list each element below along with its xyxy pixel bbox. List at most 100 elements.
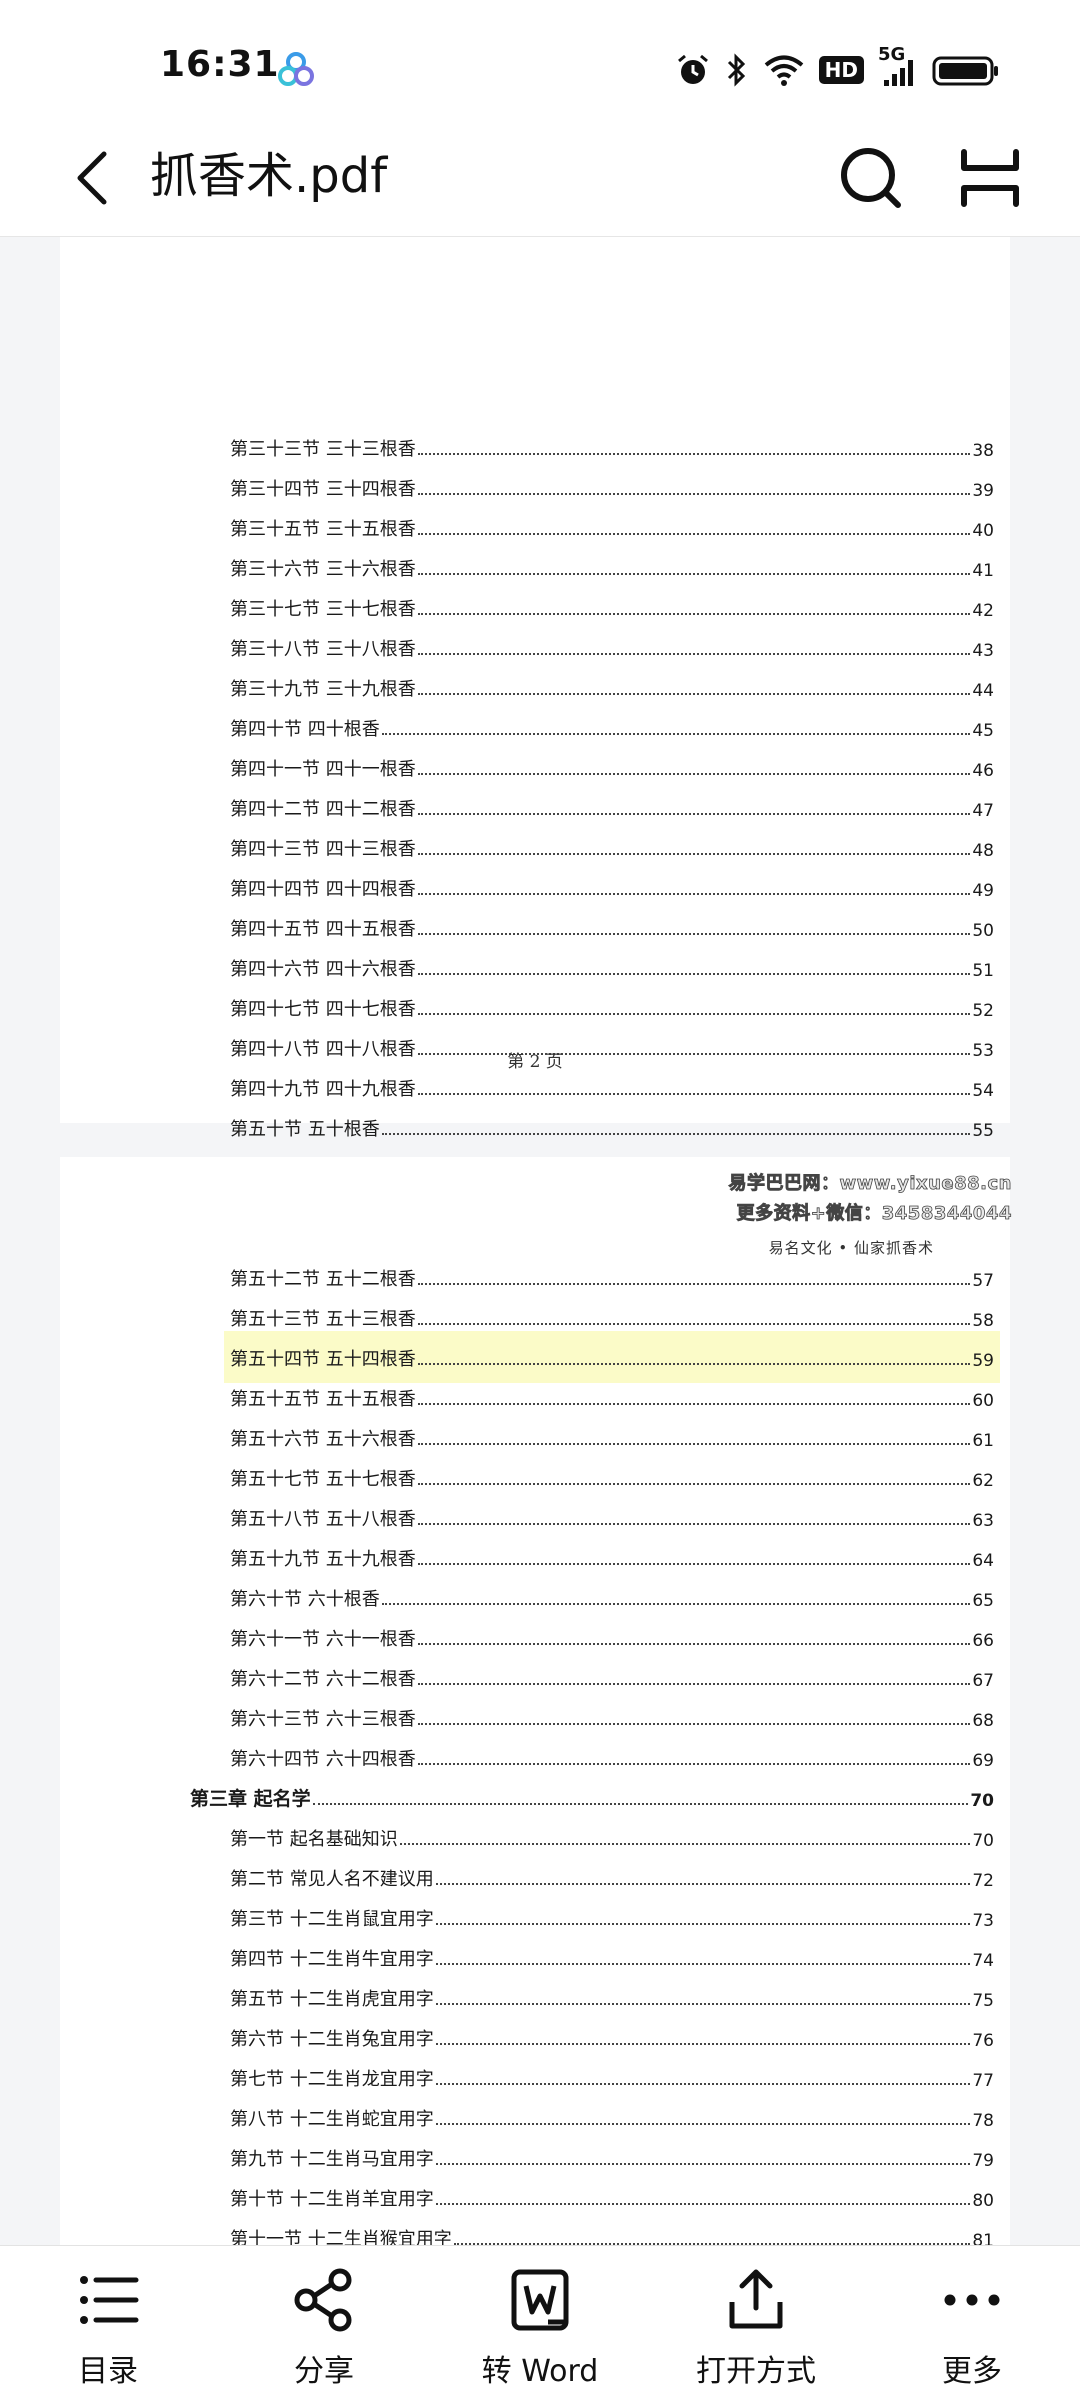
toc-row[interactable]: 第三十七节 三十七根香 42 (230, 587, 994, 627)
toc-row[interactable]: 第五十三节 五十三根香 58 (230, 1297, 994, 1337)
dot-leader (417, 933, 971, 935)
pdf-page-3: 易学巴巴网：www.yixue88.cn 更多资料+微信：3458344044 … (60, 1157, 1012, 2245)
dot-leader (417, 1683, 971, 1685)
dot-leader (435, 2043, 971, 2045)
toc-entry-title: 第五十三节 五十三根香 (230, 1309, 416, 1330)
toc-row[interactable]: 第五十六节 五十六根香 61 (230, 1417, 994, 1457)
toc-row[interactable]: 第三十八节 三十八根香 43 (230, 627, 994, 667)
toc-page-number: 60 (972, 1391, 994, 1411)
toc-entry-title: 第二节 常见人名不建议用 (230, 1869, 434, 1890)
toc-row[interactable]: 第六十四节 六十四根香 69 (230, 1737, 994, 1777)
bottom-toolbar: 目录 分享 转 Word 打开方式 更多 (0, 2245, 1080, 2401)
toc-entry-title: 第三十七节 三十七根香 (230, 599, 416, 620)
toc-row[interactable]: 第三节 十二生肖鼠宜用字 73 (230, 1897, 994, 1937)
toc-row[interactable]: 第四十五节 四十五根香 50 (230, 907, 994, 947)
toc-row[interactable]: 第七节 十二生肖龙宜用字 77 (230, 2057, 994, 2097)
toc-row[interactable]: 第六十节 六十根香 65 (230, 1577, 994, 1617)
toc-entry-title: 第五十六节 五十六根香 (230, 1429, 416, 1450)
toc-row[interactable]: 第五十七节 五十七根香 62 (230, 1457, 994, 1497)
toc-entry-title: 第四节 十二生肖牛宜用字 (230, 1949, 434, 1970)
toc-row[interactable]: 第五十九节 五十九根香 64 (230, 1537, 994, 1577)
collapse-toolbar-button[interactable] (954, 142, 1026, 214)
toc-page-number: 69 (972, 1751, 994, 1771)
toc-row[interactable]: 第一节 起名基础知识 70 (230, 1817, 994, 1857)
toc-button[interactable]: 目录 (0, 2246, 216, 2401)
toc-row[interactable]: 第六节 十二生肖兔宜用字 76 (230, 2017, 994, 2057)
dot-leader (399, 1843, 971, 1845)
convert-to-word-button[interactable]: 转 Word (432, 2246, 648, 2401)
toc-page-number: 42 (972, 601, 994, 621)
toc-entry-title: 第五十七节 五十七根香 (230, 1469, 416, 1490)
toc-row[interactable]: 第九节 十二生肖马宜用字 79 (230, 2137, 994, 2177)
toc-row[interactable]: 第六十三节 六十三根香 68 (230, 1697, 994, 1737)
toc-row[interactable]: 第四十一节 四十一根香 46 (230, 747, 994, 787)
toc-row[interactable]: 第五十二节 五十二根香 57 (230, 1257, 994, 1297)
convert-to-word-label: 转 Word (481, 2354, 599, 2389)
toc-row[interactable]: 第三十三节 三十三根香 38 (230, 427, 994, 467)
toc-row[interactable]: 第八节 十二生肖蛇宜用字 78 (230, 2097, 994, 2137)
search-button[interactable] (836, 142, 908, 214)
toc-page-number: 48 (972, 841, 994, 861)
pdf-viewer[interactable]: 第三十三节 三十三根香 38 第三十四节 三十四根香 39 第三十五节 三十五根香 40 第… (0, 237, 1080, 2245)
dot-leader (381, 733, 971, 735)
toc-entry-title: 第十一节 十二生肖猴宜用字 (230, 2229, 452, 2245)
toc-row[interactable]: 第五十五节 五十五根香 60 (230, 1377, 994, 1417)
collapse-icon (961, 149, 1019, 207)
toc-entry-title: 第十节 十二生肖羊宜用字 (230, 2189, 434, 2210)
list-icon (72, 2264, 144, 2336)
toc-entry-title: 第六十一节 六十一根香 (230, 1629, 416, 1650)
share-label: 分享 (294, 2354, 354, 2389)
toc-page-number: 46 (972, 761, 994, 781)
toc-row[interactable]: 第四十二节 四十二根香 47 (230, 787, 994, 827)
battery-icon (932, 52, 1000, 88)
dot-leader (435, 2163, 971, 2165)
toc-entry-title: 第六十四节 六十四根香 (230, 1749, 416, 1770)
toc-entry-title: 第六十三节 六十三根香 (230, 1709, 416, 1730)
back-button[interactable] (60, 142, 124, 214)
dot-leader (417, 1403, 971, 1405)
toc-row[interactable]: 第四十六节 四十六根香 51 (230, 947, 994, 987)
back-arrow-icon (77, 151, 107, 205)
toc-row[interactable]: 第十一节 十二生肖猴宜用字 81 (230, 2217, 994, 2245)
bluetooth-icon (725, 52, 749, 88)
dot-leader (417, 1523, 971, 1525)
toc-row[interactable]: 第四十七节 四十七根香 52 (230, 987, 994, 1027)
toc-page-number: 57 (972, 1271, 994, 1291)
toc-entry-title: 第三十八节 三十八根香 (230, 639, 416, 660)
toc-row[interactable]: 第三十四节 三十四根香 39 (230, 467, 994, 507)
toc-entry-title: 第五节 十二生肖虎宜用字 (230, 1989, 434, 2010)
toc-row[interactable]: 第三十六节 三十六根香 41 (230, 547, 994, 587)
toc-page-number: 61 (972, 1431, 994, 1451)
toc-row[interactable]: 第四十节 四十根香 45 (230, 707, 994, 747)
title-bar: 抓香术.pdf (0, 120, 1080, 237)
toc-entry-title: 第三十六节 三十六根香 (230, 559, 416, 580)
word-convert-icon (504, 2264, 576, 2336)
toc-row[interactable]: 第四十四节 四十四根香 49 (230, 867, 994, 907)
dot-leader (417, 813, 971, 815)
toc-row[interactable]: 第三十九节 三十九根香 44 (230, 667, 994, 707)
toc-row[interactable]: 第五十八节 五十八根香 63 (230, 1497, 994, 1537)
toc-row[interactable]: 第四十三节 四十三根香 48 (230, 827, 994, 867)
toc-row[interactable]: 第十节 十二生肖羊宜用字 80 (230, 2177, 994, 2217)
toc-entry-title: 第四十二节 四十二根香 (230, 799, 416, 820)
open-with-button[interactable]: 打开方式 (648, 2246, 864, 2401)
dot-leader (417, 1443, 971, 1445)
more-button[interactable]: 更多 (864, 2246, 1080, 2401)
share-button[interactable]: 分享 (216, 2246, 432, 2401)
toc-page-number: 54 (972, 1081, 994, 1101)
toc-chapter-row[interactable]: 第三章 起名学 70 (190, 1777, 994, 1817)
toc-row[interactable]: 第三十五节 三十五根香 40 (230, 507, 994, 547)
toc-row[interactable]: 第四节 十二生肖牛宜用字 74 (230, 1937, 994, 1977)
toc-page-number: 55 (972, 1121, 994, 1141)
toc-row[interactable]: 第六十二节 六十二根香 67 (230, 1657, 994, 1697)
toc-row[interactable]: 第五节 十二生肖虎宜用字 75 (230, 1977, 994, 2017)
toc-row[interactable]: 第五十四节 五十四根香 59 (230, 1337, 994, 1377)
toc-row[interactable]: 第六十一节 六十一根香 66 (230, 1617, 994, 1657)
toc-row[interactable]: 第五十节 五十根香 55 (230, 1107, 994, 1147)
toc-row[interactable]: 第四十九节 四十九根香 54 (230, 1067, 994, 1107)
toc-page-number: 76 (972, 2031, 994, 2051)
toc-entry-title: 第七节 十二生肖龙宜用字 (230, 2069, 434, 2090)
toc-page-number: 52 (972, 1001, 994, 1021)
toc-page-number: 66 (972, 1631, 994, 1651)
toc-row[interactable]: 第二节 常见人名不建议用 72 (230, 1857, 994, 1897)
